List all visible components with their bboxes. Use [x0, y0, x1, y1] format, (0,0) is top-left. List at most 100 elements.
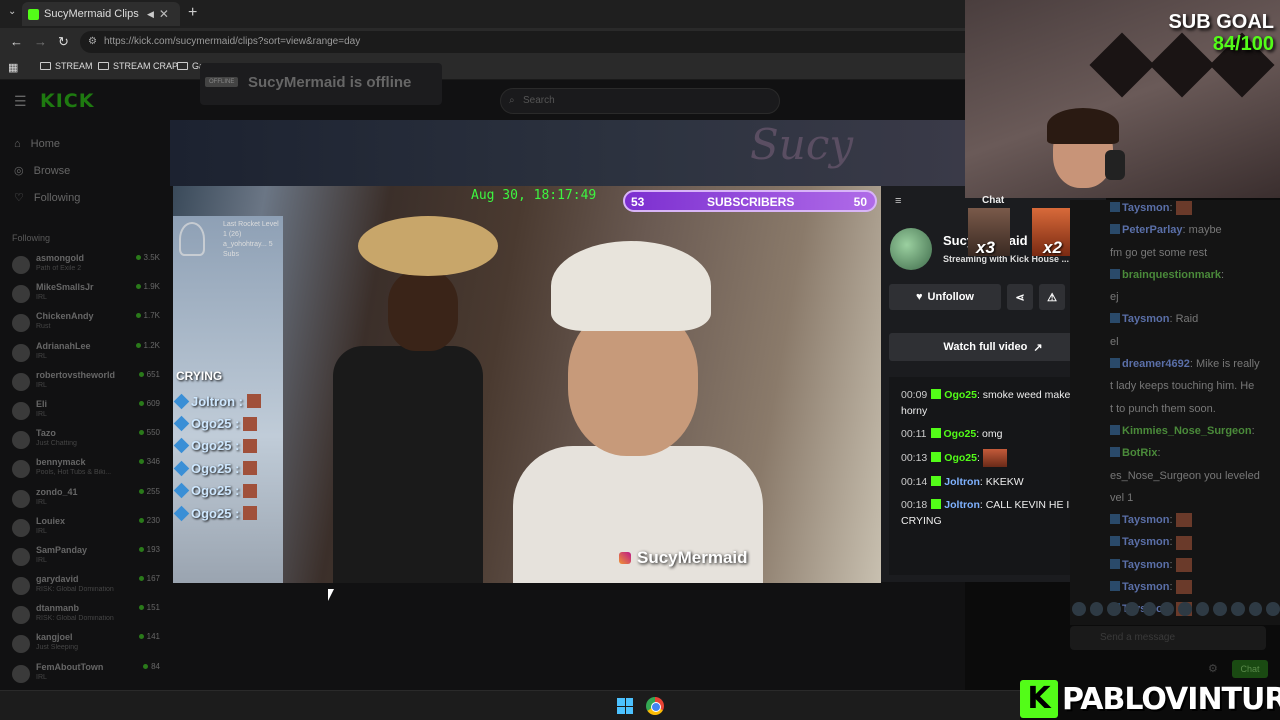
- badge-icon: [1110, 447, 1120, 458]
- emote-icon[interactable]: [1231, 602, 1245, 616]
- reload-icon[interactable]: ↻: [58, 34, 69, 50]
- badge-icon: [1110, 581, 1120, 592]
- chat-username[interactable]: Kimmies_Nose_Surgeon: [1122, 425, 1252, 437]
- message-username[interactable]: Ogo25: [944, 428, 977, 440]
- kick-logo[interactable]: KICK: [40, 90, 94, 112]
- chat-username[interactable]: Taysmon: [1122, 202, 1169, 214]
- chat-text: :: [1221, 268, 1225, 281]
- tab-close-icon[interactable]: ✕: [159, 7, 169, 21]
- forward-arrow-icon[interactable]: →: [34, 34, 47, 49]
- kick-k-logo: K: [1020, 680, 1058, 718]
- following-item[interactable]: bennymack Pools, Hot Tubs & Biki... 346: [0, 454, 170, 483]
- emote-icon: [243, 483, 258, 498]
- message-username[interactable]: Ogo25: [944, 389, 977, 401]
- message-username[interactable]: Joltron: [944, 476, 980, 488]
- following-item[interactable]: AdrianahLee IRL 1.2K: [0, 338, 170, 367]
- following-item[interactable]: robertovstheworld IRL 651: [0, 367, 170, 396]
- following-item[interactable]: SamPanday IRL 193: [0, 542, 170, 571]
- chat-username[interactable]: Taysmon: [1122, 313, 1169, 325]
- emote-icon: [247, 394, 261, 409]
- chat-username[interactable]: BotRix: [1122, 447, 1157, 459]
- chat-send-button[interactable]: Chat: [1232, 660, 1268, 678]
- following-item[interactable]: Eli IRL 609: [0, 396, 170, 425]
- following-item[interactable]: Tazo Just Chatting 550: [0, 425, 170, 454]
- message-username[interactable]: Ogo25: [944, 452, 977, 464]
- following-name: dtanmanb: [36, 603, 80, 614]
- report-button[interactable]: ⚠: [1039, 284, 1065, 310]
- following-item[interactable]: ChickenAndy Rust 1.7K: [0, 308, 170, 337]
- url-input[interactable]: ⚙ https://kick.com/sucymermaid/clips?sor…: [80, 31, 980, 53]
- video-timestamp: Aug 30, 18:17:49: [471, 188, 597, 203]
- emote-icon[interactable]: [1089, 602, 1104, 616]
- emote-icon[interactable]: [1160, 602, 1175, 616]
- nav-following[interactable]: ♡ Following: [0, 184, 170, 211]
- speaker-icon[interactable]: ◀: [147, 9, 154, 20]
- share-icon: ⋖: [1015, 291, 1025, 304]
- external-link-icon: ↗: [1033, 341, 1043, 354]
- nav-home[interactable]: ⌂ Home: [0, 130, 170, 157]
- menu-hamburger-icon[interactable]: ☰: [14, 93, 27, 110]
- chat-username[interactable]: Taysmon: [1122, 581, 1169, 593]
- following-item[interactable]: MikeSmallsJr IRL 1.9K: [0, 279, 170, 308]
- emote-icon[interactable]: [1072, 602, 1086, 616]
- emote-icon[interactable]: [1248, 602, 1263, 616]
- collapse-panel-icon[interactable]: ≡: [895, 195, 901, 207]
- following-item[interactable]: FemAboutTown IRL 84: [0, 659, 170, 688]
- following-item[interactable]: Louiex IRL 230: [0, 513, 170, 542]
- share-button[interactable]: ⋖: [1007, 284, 1033, 310]
- following-item[interactable]: dtanmanb RISK: Global Domination 151: [0, 600, 170, 629]
- viewer-count: 141: [139, 632, 160, 641]
- following-item[interactable]: zondo_41 IRL 255: [0, 484, 170, 513]
- emote-icon[interactable]: [1125, 602, 1139, 616]
- emote-icon[interactable]: [1107, 602, 1122, 616]
- overlay-chat-user: Joltron :: [191, 393, 243, 409]
- following-list: asmongold Path of Exile 2 3.5K MikeSmallsJr…: [0, 250, 170, 688]
- following-name: Louiex: [36, 515, 66, 526]
- chat-username[interactable]: brainquestionmark: [1122, 269, 1221, 281]
- following-name: asmongold: [36, 253, 85, 263]
- browser-tab[interactable]: SucyMermaid Clips - Watch ◀ ✕: [22, 2, 180, 26]
- apps-grid-icon[interactable]: ▦: [8, 61, 18, 74]
- message-username[interactable]: Joltron: [944, 499, 980, 511]
- emote-icon[interactable]: [1142, 602, 1157, 616]
- subscriber-bar: 53 SUBSCRIBERS 50: [623, 190, 877, 212]
- windows-start-icon[interactable]: [617, 698, 633, 714]
- gear-icon[interactable]: ⚙: [1208, 662, 1218, 675]
- streamer-avatar[interactable]: [890, 228, 932, 270]
- emote-icon[interactable]: [1213, 602, 1228, 616]
- bookmark-stream-crap[interactable]: STREAM CRAP: [98, 61, 178, 71]
- emote-icon: [243, 461, 258, 476]
- site-info-icon[interactable]: ⚙: [88, 31, 97, 53]
- following-name: zondo_41: [36, 486, 78, 497]
- following-item[interactable]: asmongold Path of Exile 2 3.5K: [0, 250, 170, 279]
- chrome-icon[interactable]: [646, 697, 664, 715]
- tab-search-chevron-icon[interactable]: ⌄: [8, 6, 16, 17]
- back-arrow-icon[interactable]: ←: [10, 34, 23, 49]
- following-item[interactable]: garydavid RISK: Global Domination 167: [0, 571, 170, 600]
- emote-icon: [1175, 513, 1192, 528]
- badge-icon: [1110, 313, 1120, 324]
- emote-icon[interactable]: [1266, 602, 1280, 616]
- chat-text: :: [1169, 202, 1173, 214]
- overlay-chat-line: Ogo25 :: [173, 480, 261, 502]
- emote-icon[interactable]: [1195, 602, 1210, 616]
- chat-username[interactable]: Taysmon: [1122, 536, 1169, 548]
- following-item[interactable]: kangjoel Just Sleeping 141: [0, 629, 170, 658]
- nav-browse[interactable]: ◎ Browse: [0, 157, 170, 184]
- chat-message: 00:09 Ogo25: smoke weed make horny: [901, 387, 1089, 419]
- live-chat-line: Taysmon:: [1106, 200, 1280, 216]
- bookmark-stream[interactable]: STREAM: [40, 61, 93, 71]
- chat-badge-column: [1070, 200, 1106, 625]
- emote-icon: [1175, 580, 1192, 595]
- watch-full-video-button[interactable]: Watch full video ↗: [889, 333, 1097, 361]
- chat-username[interactable]: PeterParlay: [1122, 224, 1183, 236]
- emote-icon[interactable]: [1178, 602, 1192, 616]
- new-tab-button[interactable]: +: [188, 4, 197, 22]
- clip-video-player[interactable]: Last Rocket Level 1 (26) a_yohohtray... …: [173, 186, 881, 583]
- chat-username[interactable]: Taysmon: [1122, 559, 1169, 571]
- chat-username[interactable]: dreamer4692: [1122, 358, 1190, 370]
- unfollow-button[interactable]: ♥ Unfollow: [889, 284, 1001, 310]
- search-input[interactable]: ⌕ Search: [500, 88, 780, 114]
- send-message-input[interactable]: Send a message: [1070, 626, 1266, 650]
- chat-username[interactable]: Taysmon: [1122, 514, 1169, 526]
